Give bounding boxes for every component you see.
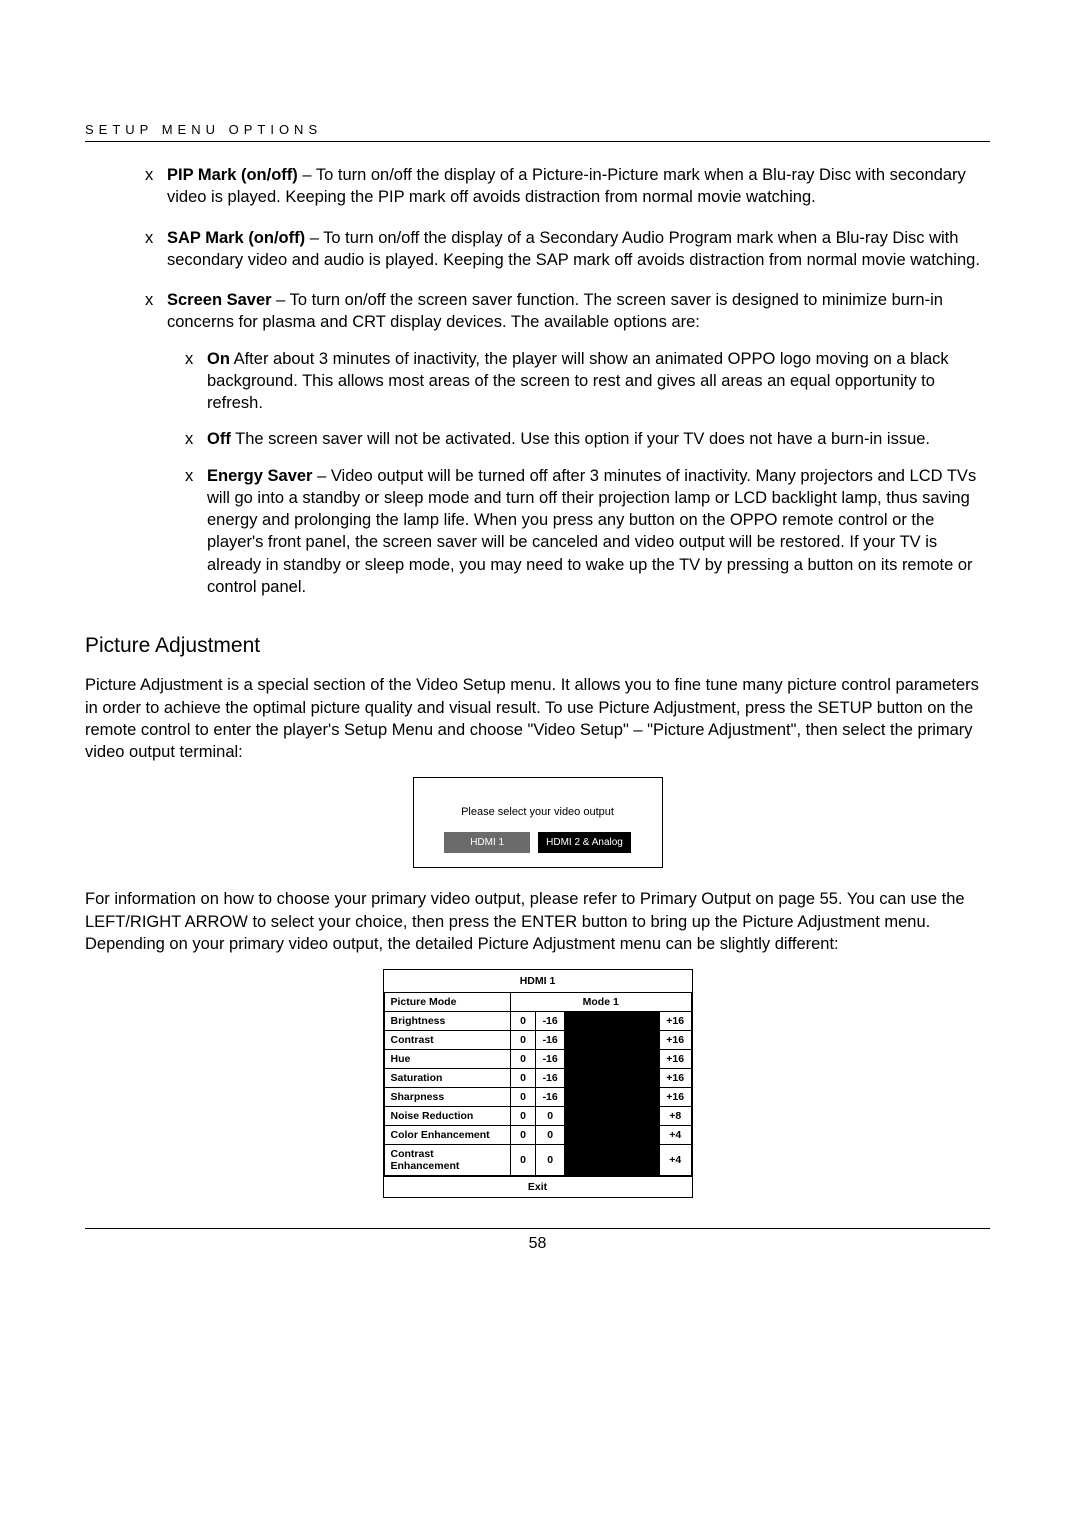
sub-bullet-lead: On <box>207 350 230 368</box>
param-value[interactable]: 0 <box>510 1088 535 1107</box>
picture-mode-label: Picture Mode <box>384 993 510 1012</box>
table-row: Saturation0-16 +16 <box>384 1069 691 1088</box>
sub-bullet-list: x On After about 3 minutes of inactivity,… <box>167 348 990 599</box>
param-max: +16 <box>659 1069 691 1088</box>
bullet-item: x Screen Saver – To turn on/off the scree… <box>85 289 990 598</box>
page-number: 58 <box>85 1235 990 1253</box>
page-header-title: SETUP MENU OPTIONS <box>85 122 990 137</box>
picture-adjustment-title: HDMI 1 <box>384 970 692 992</box>
param-value[interactable]: 0 <box>510 1145 535 1176</box>
param-max: +8 <box>659 1107 691 1126</box>
follow-up-paragraph: For information on how to choose your pr… <box>85 888 990 955</box>
param-slider[interactable] <box>565 1031 660 1050</box>
bullet-marker: x <box>185 465 193 487</box>
picture-mode-row: Picture Mode Mode 1 <box>384 993 691 1012</box>
sub-bullet-body: – Video output will be turned off after … <box>207 467 976 596</box>
table-row: Noise Reduction00+8 <box>384 1107 691 1126</box>
param-min: 0 <box>536 1126 565 1145</box>
exit-button[interactable]: Exit <box>384 1176 692 1197</box>
param-min: 0 <box>536 1107 565 1126</box>
document-page: SETUP MENU OPTIONS x PIP Mark (on/off) – … <box>0 0 1080 1313</box>
param-max: +16 <box>659 1031 691 1050</box>
video-output-prompt: Please select your video output <box>424 806 652 818</box>
param-max: +16 <box>659 1050 691 1069</box>
bullet-list: x PIP Mark (on/off) – To turn on/off the … <box>85 164 990 598</box>
sub-bullet-item: x On After about 3 minutes of inactivity,… <box>167 348 990 415</box>
video-output-buttons: HDMI 1 HDMI 2 & Analog <box>424 832 652 853</box>
param-slider[interactable] <box>565 1050 660 1069</box>
bullet-item: xPIP Mark (on/off) – To turn on/off the … <box>85 164 990 209</box>
param-max: +4 <box>659 1145 691 1176</box>
hdmi1-button[interactable]: HDMI 1 <box>444 832 530 853</box>
param-value[interactable]: 0 <box>510 1107 535 1126</box>
param-value[interactable]: 0 <box>510 1050 535 1069</box>
picture-mode-value[interactable]: Mode 1 <box>510 993 691 1012</box>
param-min: -16 <box>536 1088 565 1107</box>
param-slider[interactable] <box>565 1107 660 1126</box>
param-name: Color Enhancement <box>384 1126 510 1145</box>
param-slider[interactable] <box>565 1126 660 1145</box>
bullet-marker: x <box>145 289 153 311</box>
param-slider[interactable] <box>565 1145 660 1176</box>
bullet-marker: x <box>185 348 193 370</box>
table-row: Color Enhancement00+4 <box>384 1126 691 1145</box>
bullet-marker: x <box>145 164 153 186</box>
param-slider[interactable] <box>565 1012 660 1031</box>
bullet-body: – To turn on/off the screen saver functi… <box>167 291 943 331</box>
bullet-marker: x <box>185 428 193 450</box>
video-output-dialog: Please select your video output HDMI 1 H… <box>413 777 663 868</box>
param-name: Contrast Enhancement <box>384 1145 510 1176</box>
param-slider[interactable] <box>565 1069 660 1088</box>
header-rule <box>85 141 990 142</box>
param-max: +16 <box>659 1012 691 1031</box>
sub-bullet-item: x Off The screen saver will not be activa… <box>167 428 990 450</box>
bullet-lead: Screen Saver <box>167 291 272 309</box>
param-name: Hue <box>384 1050 510 1069</box>
param-name: Saturation <box>384 1069 510 1088</box>
sub-bullet-body: After about 3 minutes of inactivity, the… <box>207 350 949 413</box>
table-row: Hue0-16 +16 <box>384 1050 691 1069</box>
table-row: Contrast0-16 +16 <box>384 1031 691 1050</box>
param-slider[interactable] <box>565 1088 660 1107</box>
param-name: Brightness <box>384 1012 510 1031</box>
table-row: Contrast Enhancement00+4 <box>384 1145 691 1176</box>
param-name: Sharpness <box>384 1088 510 1107</box>
bullet-lead: PIP Mark (on/off) <box>167 166 298 184</box>
bullet-item: xSAP Mark (on/off) – To turn on/off the … <box>85 227 990 272</box>
param-min: -16 <box>536 1069 565 1088</box>
param-value[interactable]: 0 <box>510 1012 535 1031</box>
table-row: Brightness0-16 +16 <box>384 1012 691 1031</box>
param-value[interactable]: 0 <box>510 1126 535 1145</box>
section-title-picture-adjustment: Picture Adjustment <box>85 634 990 658</box>
bullet-lead: SAP Mark (on/off) <box>167 229 305 247</box>
sub-bullet-lead: Off <box>207 430 231 448</box>
table-row: Sharpness0-16 +16 <box>384 1088 691 1107</box>
sub-bullet-lead: Energy Saver <box>207 467 312 485</box>
param-value[interactable]: 0 <box>510 1069 535 1088</box>
sub-bullet-body: The screen saver will not be activated. … <box>231 430 930 448</box>
hdmi2-analog-button[interactable]: HDMI 2 & Analog <box>538 832 631 853</box>
param-min: -16 <box>536 1012 565 1031</box>
picture-adjustment-panel: HDMI 1 Picture Mode Mode 1 Brightness0-1… <box>383 969 693 1198</box>
param-min: 0 <box>536 1145 565 1176</box>
param-min: -16 <box>536 1031 565 1050</box>
intro-paragraph: Picture Adjustment is a special section … <box>85 674 990 763</box>
bullet-marker: x <box>145 227 153 249</box>
sub-bullet-item: x Energy Saver – Video output will be tur… <box>167 465 990 599</box>
param-max: +4 <box>659 1126 691 1145</box>
param-max: +16 <box>659 1088 691 1107</box>
footer-rule <box>85 1228 990 1229</box>
param-min: -16 <box>536 1050 565 1069</box>
param-value[interactable]: 0 <box>510 1031 535 1050</box>
param-name: Noise Reduction <box>384 1107 510 1126</box>
param-name: Contrast <box>384 1031 510 1050</box>
picture-adjustment-table: Picture Mode Mode 1 Brightness0-16+16Con… <box>384 992 692 1176</box>
